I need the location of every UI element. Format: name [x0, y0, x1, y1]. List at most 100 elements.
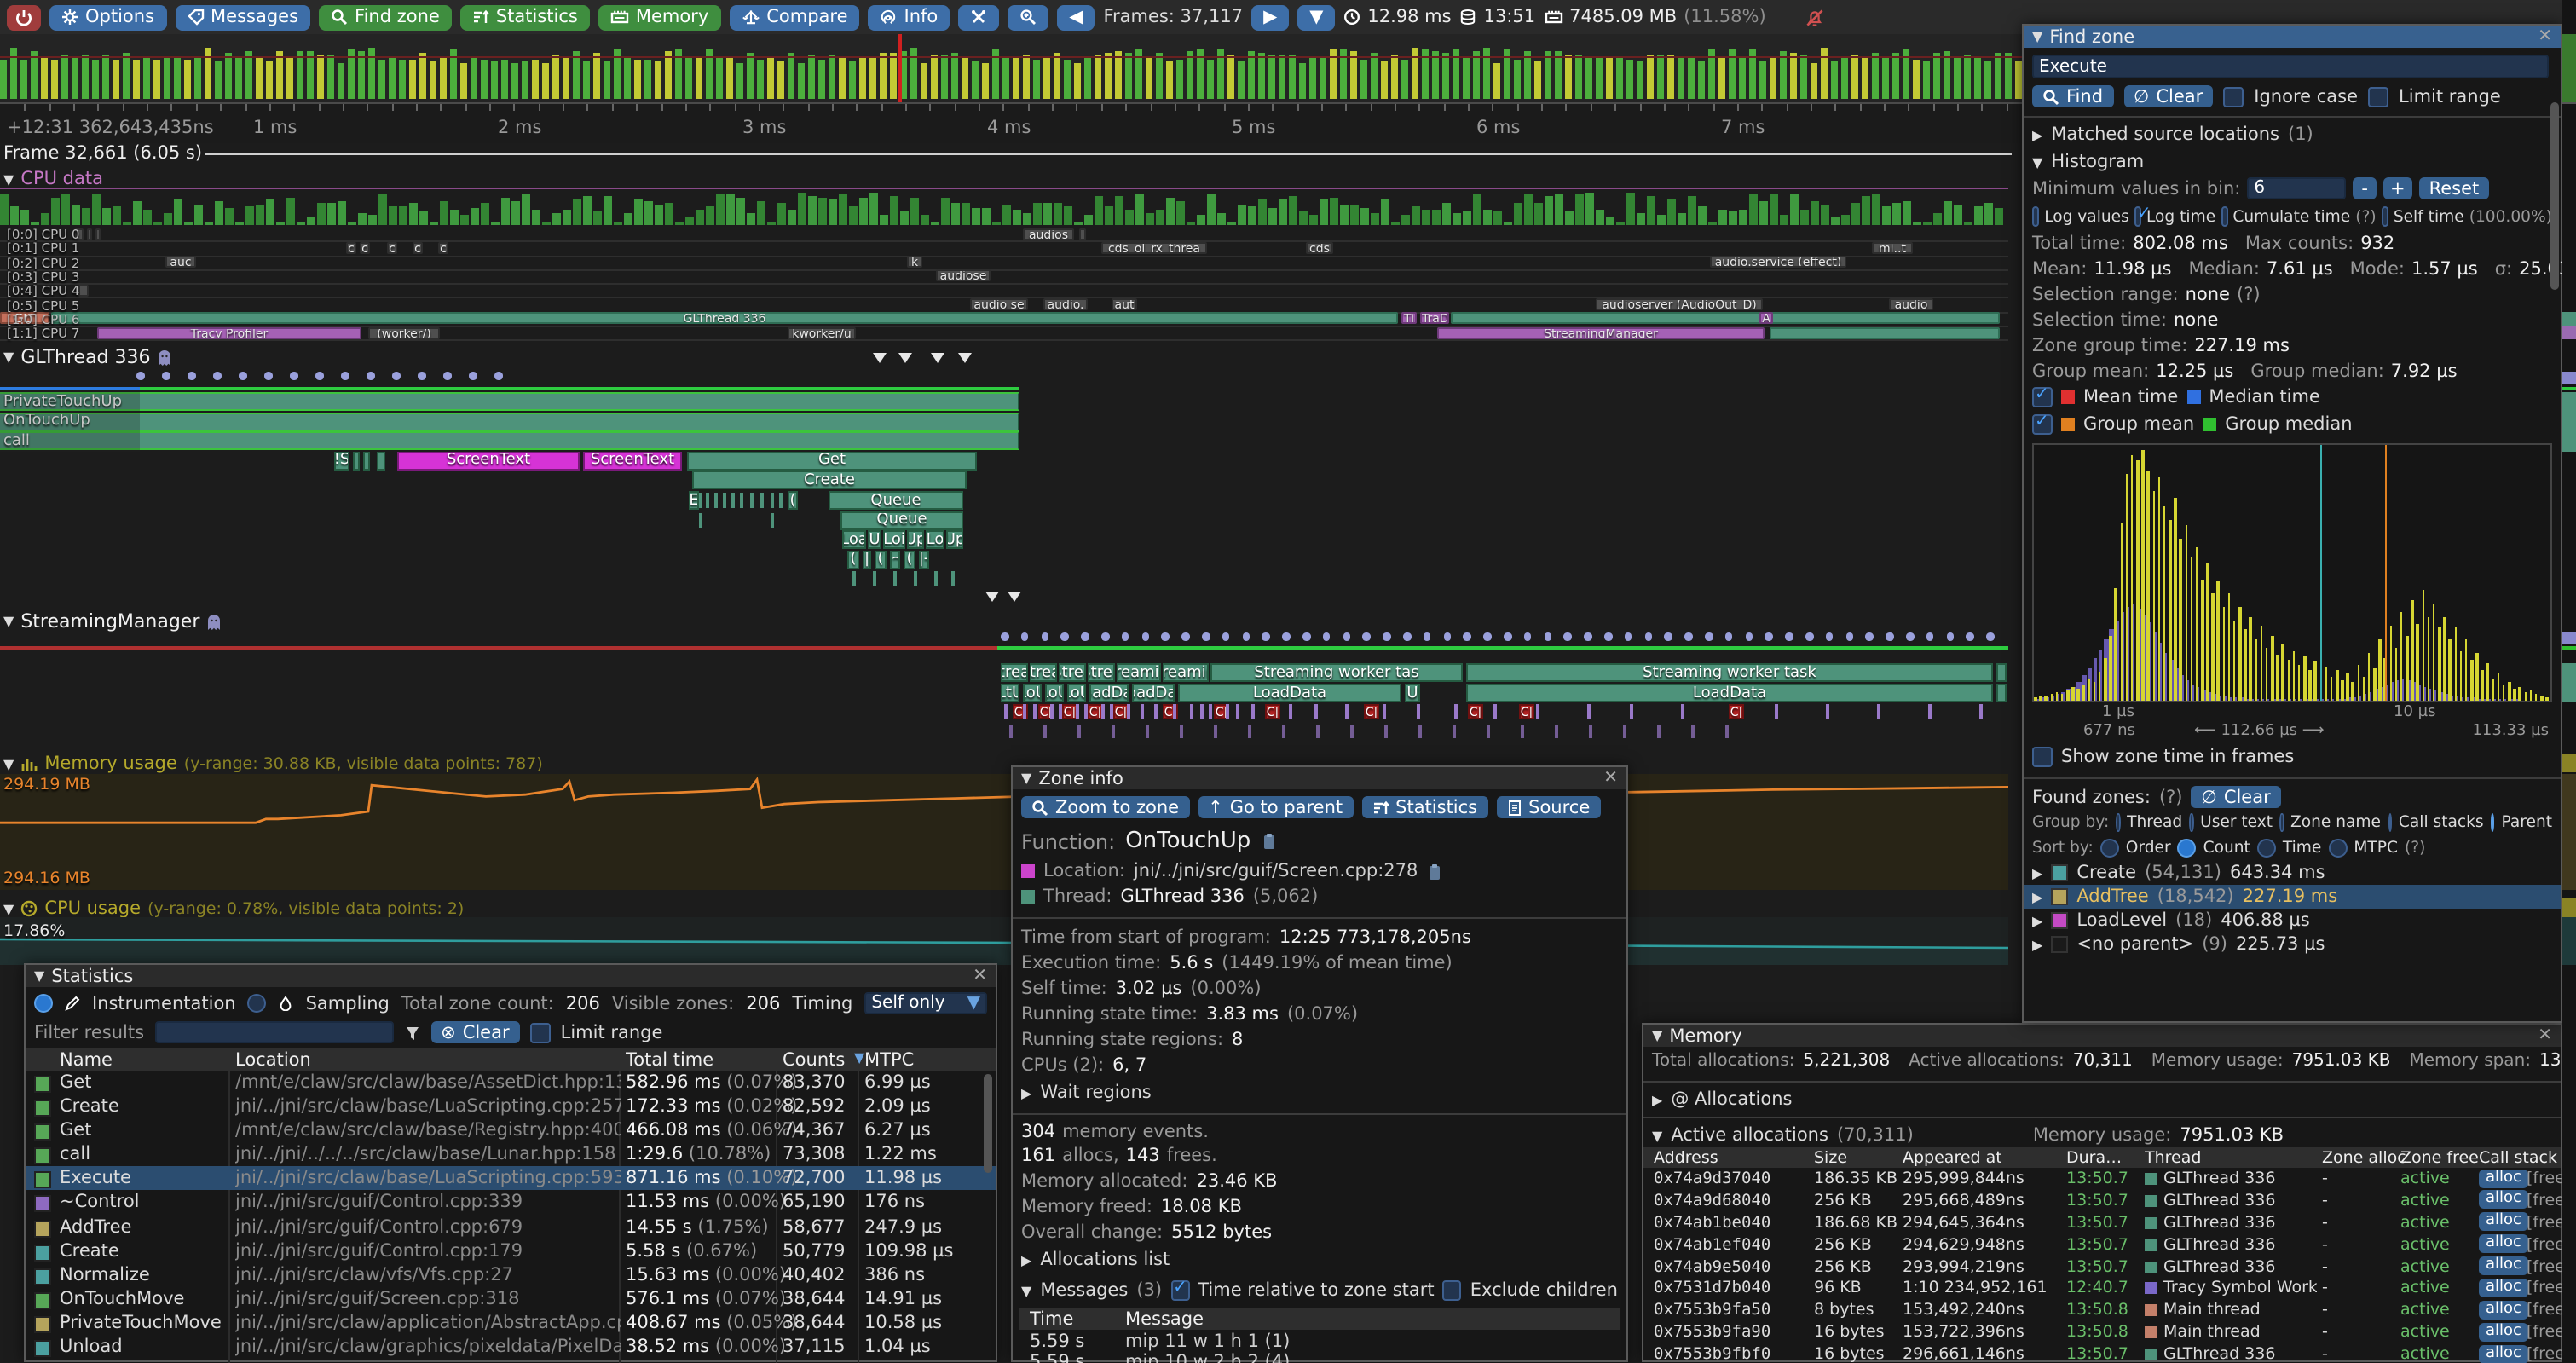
table-row[interactable]: Createjni/../jni/src/guif/Control.cpp:17…	[26, 1239, 996, 1262]
close-icon[interactable]: ✕	[2538, 27, 2552, 46]
message-dot[interactable]	[1785, 632, 1793, 640]
allocations-list-toggle[interactable]: ▶Allocations list	[1013, 1245, 1626, 1275]
message-dot[interactable]	[1845, 632, 1853, 640]
frame-bar[interactable]	[41, 55, 48, 99]
frame-bar[interactable]	[2015, 62, 2022, 99]
message-dot[interactable]	[136, 372, 144, 379]
zone-bar[interactable]: LoU	[1045, 684, 1064, 702]
sort-by-radio-count[interactable]	[2178, 839, 2197, 858]
zone-bar[interactable]: PrivateTouchUp	[0, 392, 1019, 411]
zone-bar[interactable]: (	[788, 491, 798, 510]
zone-bar-c[interactable]: C|	[1729, 704, 1744, 719]
cpu-usage-plot[interactable]: 17.86%	[0, 917, 2008, 965]
cpu-zone-chip[interactable]	[87, 228, 92, 240]
cpu-zone-chip[interactable]	[95, 228, 101, 240]
cpu-zone-chip[interactable]: Ti	[1401, 313, 1417, 325]
frame-bar[interactable]	[1268, 55, 1275, 99]
expand-icon[interactable]: ▶	[1021, 1252, 1031, 1268]
zone-bar[interactable]: Streaming worker tas	[1210, 663, 1463, 682]
zone-bar-c[interactable]: C|	[1364, 704, 1379, 719]
cpu-zone-chip[interactable]: audios	[1023, 228, 1074, 240]
info-button[interactable]: Info	[869, 4, 950, 30]
frame-bar[interactable]	[327, 55, 334, 99]
frame-bar[interactable]	[1667, 55, 1674, 99]
frame-bar[interactable]	[1882, 57, 1889, 99]
message-dot[interactable]	[1564, 632, 1572, 640]
cpu-zone-chip[interactable]: audioserver (AudioOut_D)	[1596, 298, 1763, 310]
table-row[interactable]: calljni/../jni/../../../src/claw/base/Lu…	[26, 1143, 996, 1167]
zone-bar[interactable]: Streaming	[1117, 663, 1161, 682]
find-zone-input[interactable]	[2032, 55, 2549, 78]
frame-bar[interactable]	[604, 61, 610, 99]
glthread-header[interactable]: ▼GLThread 336	[3, 346, 173, 368]
frame-bar[interactable]	[1790, 53, 1797, 99]
collapse-icon[interactable]: ▼	[1652, 1028, 1662, 1043]
frame-bar[interactable]	[1524, 51, 1531, 99]
statistics-button[interactable]: Statistics	[1361, 796, 1487, 818]
frame-bar[interactable]	[1033, 59, 1040, 99]
group-by-radio-call-stacks[interactable]	[2388, 813, 2392, 832]
frame-bar[interactable]	[378, 59, 385, 99]
message-dot[interactable]	[1262, 632, 1270, 640]
zone-bar[interactable]: (	[904, 551, 915, 569]
find-zone-button[interactable]: Find zone	[319, 4, 452, 30]
matched-locations-toggle[interactable]: ▶Matched source locations(1)	[2024, 123, 2561, 147]
message-dot[interactable]	[1986, 632, 1994, 640]
message-dot[interactable]	[1705, 632, 1713, 640]
frame-bar[interactable]	[1176, 59, 1183, 99]
message-dot[interactable]	[1906, 632, 1914, 640]
table-row[interactable]: Executejni/../jni/src/claw/base/LuaScrip…	[26, 1167, 996, 1191]
zone-bar[interactable]: Queue	[840, 511, 963, 529]
frame-bar[interactable]	[1913, 60, 1920, 99]
zone-bar[interactable]: E	[689, 491, 699, 510]
sampling-radio[interactable]	[248, 994, 267, 1013]
zone-bar[interactable]: Strea	[1059, 663, 1086, 682]
find-zone-titlebar[interactable]: ▼Find zone✕	[2024, 26, 2561, 48]
frame-bar[interactable]	[962, 58, 968, 99]
frame-bar[interactable]	[511, 63, 518, 99]
power-button[interactable]	[7, 4, 41, 30]
go-to-parent-button[interactable]: ↑Go to parent	[1198, 796, 1353, 818]
expand-icon[interactable]: ▶	[2032, 889, 2042, 904]
frame-bar[interactable]	[1657, 55, 1664, 99]
memory-titlebar[interactable]: ▼Memory✕	[1643, 1025, 2561, 1047]
frame-bar[interactable]	[1678, 56, 1684, 99]
expand-icon[interactable]: ▶	[2032, 865, 2042, 881]
cpu-zone-chip[interactable]: mi..t	[1872, 242, 1913, 254]
frame-bar[interactable]	[890, 52, 897, 99]
memory-table-header[interactable]: AddressSizeAppeared atDura…ThreadZone al…	[1643, 1147, 2561, 1168]
frame-bar[interactable]	[1565, 55, 1572, 99]
column-header-location[interactable]: Location	[235, 1050, 311, 1071]
message-dot[interactable]	[1684, 632, 1692, 640]
message-dot[interactable]	[418, 372, 425, 379]
frame-bar[interactable]	[736, 62, 743, 99]
frame-bar[interactable]	[317, 55, 324, 99]
cpu-zone-chip[interactable]: Tracy Profiler	[97, 326, 361, 338]
collapse-icon[interactable]: ▼	[2032, 154, 2042, 170]
table-row[interactable]: OnTouchMovejni/../jni/src/guif/Screen.cp…	[26, 1287, 996, 1311]
frame-bar[interactable]	[1964, 55, 1971, 99]
frame-bar[interactable]	[409, 59, 416, 99]
message-dot[interactable]	[1524, 632, 1532, 640]
cpu-zone-chip[interactable]: c	[438, 242, 448, 254]
zone-info-titlebar[interactable]: ▼Zone info✕	[1013, 767, 1626, 789]
message-dot[interactable]	[1644, 632, 1652, 640]
zone-bar[interactable]: ScreenText	[583, 452, 682, 471]
find-button[interactable]: Find	[2032, 85, 2113, 107]
sort-by-radio-time[interactable]	[2257, 839, 2276, 858]
memory-table-row[interactable]: 0x74ab1ef040256 KB294,629,948ns13:50.7GL…	[1643, 1233, 2561, 1256]
memory-table-row[interactable]: 0x74a9d37040186.35 KB295,999,844ns13:50.…	[1643, 1168, 2561, 1190]
message-dot[interactable]	[162, 372, 170, 379]
cpu-zone-chip[interactable]: k	[907, 256, 922, 268]
frame-bar[interactable]	[1892, 52, 1899, 99]
cpu-zone-chip[interactable]: audio.service (effect)	[1710, 256, 1846, 268]
frame-bar[interactable]	[215, 61, 222, 99]
message-dot[interactable]	[1604, 632, 1612, 640]
message-dot[interactable]	[1162, 632, 1170, 640]
frame-bar[interactable]	[1013, 56, 1019, 99]
collapsed-zone-marker[interactable]	[898, 353, 912, 363]
frame-bar[interactable]	[389, 58, 396, 99]
message-dot[interactable]	[1745, 632, 1753, 640]
message-row[interactable]: 5.59 smip 10 w 2 h 2 (4)	[1019, 1351, 1620, 1363]
message-dot[interactable]	[1504, 632, 1511, 640]
